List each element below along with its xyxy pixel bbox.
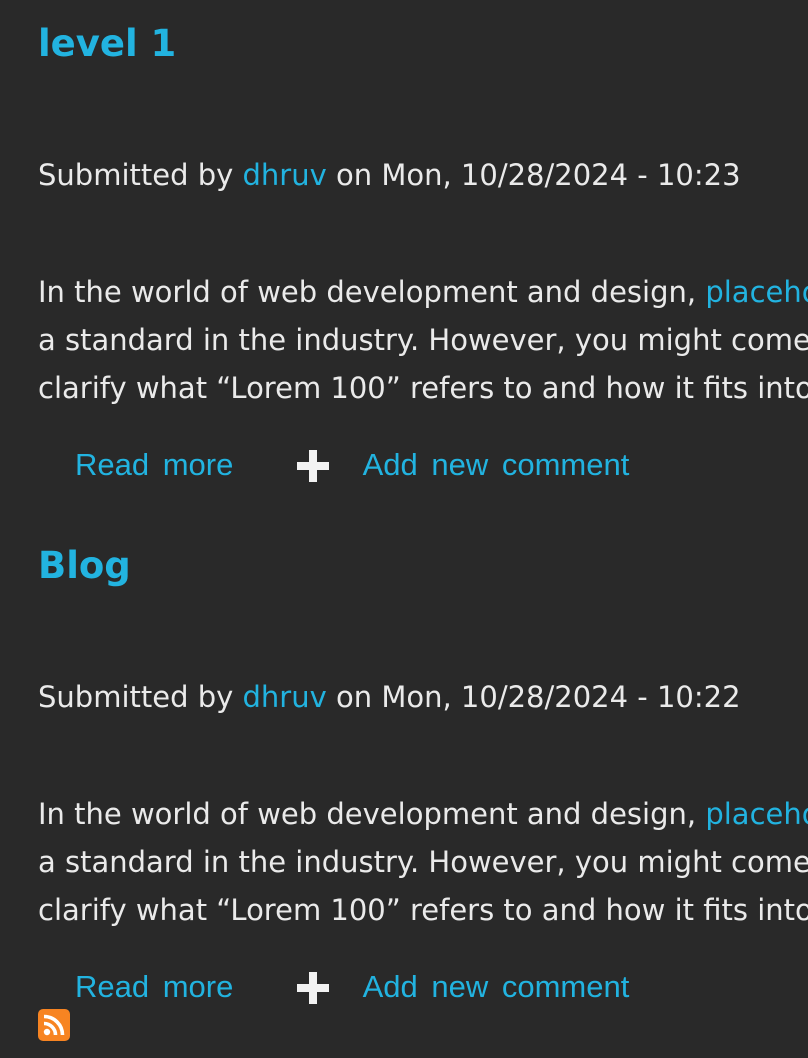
- submitted-label: Submitted by: [38, 680, 234, 714]
- read-more-link[interactable]: Read more: [75, 442, 233, 488]
- read-more-link[interactable]: Read more: [75, 964, 233, 1010]
- placeholder-link[interactable]: placeholder: [705, 275, 808, 309]
- submitted-date: on Mon, 10/28/2024 - 10:22: [336, 680, 741, 714]
- article-links: Read more Add new comment: [75, 442, 629, 488]
- article-title: Blog: [38, 544, 131, 588]
- plus-icon-glyph: [296, 450, 329, 482]
- rss-feed-glyph: [43, 1014, 65, 1036]
- plus-icon-glyph: [296, 972, 329, 1004]
- article-title-link[interactable]: level 1: [38, 22, 176, 65]
- summary-text: In the world of web development and desi…: [38, 797, 706, 831]
- article-title: level 1: [38, 22, 176, 66]
- summary-line: clarify what “Lorem 100” refers to and h…: [38, 893, 808, 927]
- article-summary: In the world of web development and desi…: [38, 790, 808, 934]
- summary-line: In the world of web development and desi…: [38, 268, 808, 316]
- summary-line: a standard in the industry. However, you…: [38, 323, 808, 357]
- rss-feed-icon[interactable]: [38, 1009, 70, 1041]
- add-comment-link[interactable]: Add new comment: [363, 964, 630, 1010]
- article-title-link[interactable]: Blog: [38, 544, 131, 587]
- summary-line: a standard in the industry. However, you…: [38, 845, 808, 879]
- plus-icon: [296, 442, 329, 488]
- article-links: Read more Add new comment: [75, 964, 629, 1010]
- author-link[interactable]: dhruv: [243, 158, 327, 192]
- submitted-info: Submitted by dhruv on Mon, 10/28/2024 - …: [38, 156, 741, 194]
- placeholder-link[interactable]: placeholder: [705, 797, 808, 831]
- add-comment-link[interactable]: Add new comment: [363, 442, 630, 488]
- author-link[interactable]: dhruv: [243, 680, 327, 714]
- summary-line: clarify what “Lorem 100” refers to and h…: [38, 371, 808, 405]
- summary-line: In the world of web development and desi…: [38, 790, 808, 838]
- submitted-info: Submitted by dhruv on Mon, 10/28/2024 - …: [38, 678, 741, 716]
- submitted-label: Submitted by: [38, 158, 234, 192]
- summary-text: In the world of web development and desi…: [38, 275, 706, 309]
- plus-icon: [296, 964, 329, 1010]
- submitted-date: on Mon, 10/28/2024 - 10:23: [336, 158, 741, 192]
- article-summary: In the world of web development and desi…: [38, 268, 808, 412]
